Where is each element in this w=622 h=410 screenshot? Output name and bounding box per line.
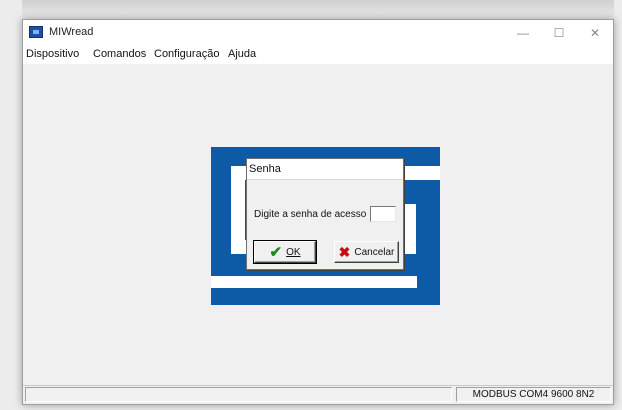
app-icon	[29, 26, 43, 38]
logo-stripe	[211, 276, 417, 288]
menu-bar: Dispositivo Comandos Configuração Ajuda	[23, 46, 613, 64]
title-bar[interactable]: MIWread — ☐ ✕	[23, 20, 613, 46]
ok-button-label: OK	[286, 246, 301, 258]
cancel-button[interactable]: ✖ Cancelar	[334, 241, 399, 263]
cancel-button-label: Cancelar	[354, 246, 395, 258]
menu-configuracao[interactable]: Configuração	[154, 48, 219, 60]
main-window: MIWread — ☐ ✕ Dispositivo Comandos Confi…	[22, 19, 614, 405]
ok-button[interactable]: ✔ OK	[253, 240, 317, 264]
status-connection: MODBUS COM4 9600 8N2	[456, 387, 611, 402]
menu-dispositivo[interactable]: Dispositivo	[26, 48, 79, 60]
menu-comandos[interactable]: Comandos	[93, 48, 146, 60]
window-title: MIWread	[49, 26, 94, 38]
dialog-title[interactable]: Senha	[247, 159, 403, 180]
password-field[interactable]	[370, 206, 396, 222]
password-dialog: Senha Digite a senha de acesso ✔ OK ✖ Ca…	[246, 158, 404, 270]
status-bar: MODBUS COM4 9600 8N2	[23, 385, 613, 404]
logo-stripe	[405, 204, 416, 254]
maximize-button[interactable]: ☐	[541, 20, 577, 46]
password-prompt: Digite a senha de acesso	[254, 209, 367, 220]
window-shadow	[22, 0, 614, 20]
status-panel-main	[25, 387, 452, 402]
minimize-button[interactable]: —	[505, 20, 541, 46]
check-icon: ✔	[269, 243, 283, 261]
menu-ajuda[interactable]: Ajuda	[228, 48, 256, 60]
close-button[interactable]: ✕	[577, 20, 613, 46]
x-icon: ✖	[338, 244, 351, 260]
